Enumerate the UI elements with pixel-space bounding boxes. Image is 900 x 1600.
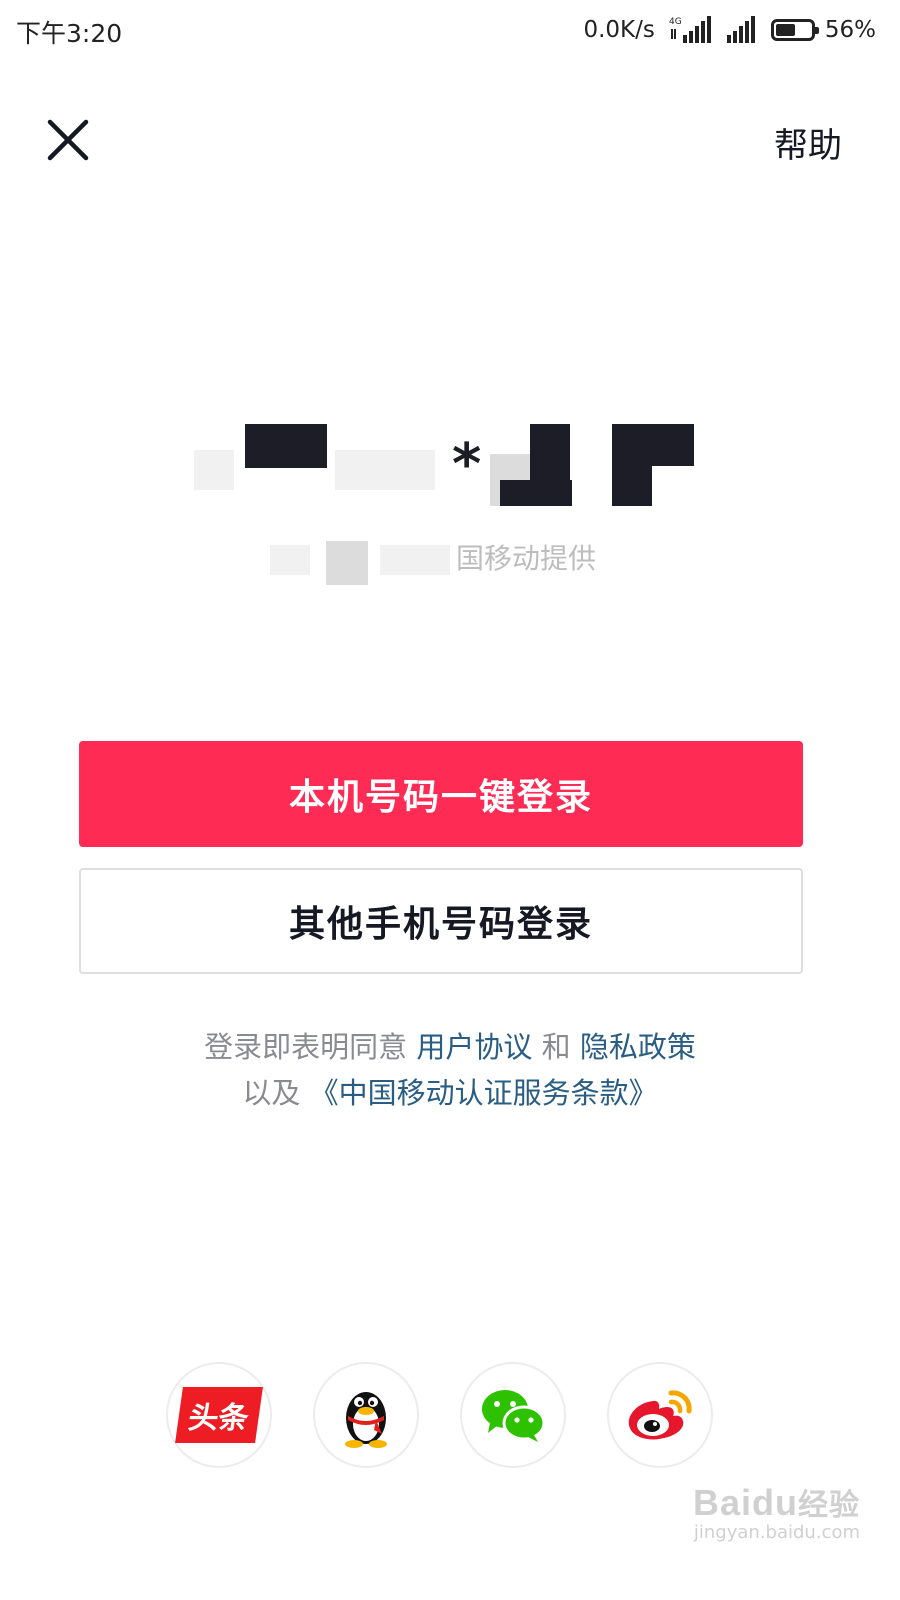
battery-percent: 56% [824,17,876,43]
status-indicators: 0.0K/s 4G 56% [583,12,876,48]
battery-icon [770,19,819,41]
agreement-text: 登录即表明同意 用户协议 和 隐私政策 以及 《中国移动认证服务条款》 [0,1024,900,1116]
privacy-policy-link[interactable]: 隐私政策 [580,1030,696,1064]
carrier-terms-link[interactable]: 《中国移动认证服务条款》 [310,1076,658,1110]
watermark-brand-cn: 经验 [798,1489,860,1522]
redaction-mask [270,545,310,575]
battery-level-fill [775,24,795,36]
redaction-mask [245,424,327,468]
wechat-icon [482,1390,546,1442]
status-bar: 下午3:20 0.0K/s 4G 56% [0,0,900,60]
qq-login-button[interactable] [313,1362,419,1468]
toutiao-icon: 头条 [175,1387,263,1443]
wechat-login-button[interactable] [460,1362,566,1468]
masked-phone-number: * [190,420,710,520]
one-click-login-button[interactable]: 本机号码一键登录 [79,741,803,847]
network-speed: 0.0K/s [583,17,655,43]
watermark-brand: Baidu经验 [660,1480,860,1524]
agreement-line-2: 以及 《中国移动认证服务条款》 [0,1070,900,1116]
redaction-mask [380,545,450,575]
agreement-prefix: 登录即表明同意 [204,1030,408,1064]
help-link[interactable]: 帮助 [774,118,842,167]
status-time: 下午3:20 [16,19,123,48]
close-icon [47,119,89,161]
redaction-mask [326,541,368,585]
cellular-signal-icon [726,16,755,43]
redaction-mask [335,450,435,490]
redaction-mask [194,450,234,490]
masked-digit: * [452,432,482,497]
weibo-login-button[interactable] [607,1362,713,1468]
redaction-mask [500,480,572,506]
third-party-login-row: 头条 [0,1362,900,1470]
agreement-line-1: 登录即表明同意 用户协议 和 隐私政策 [0,1024,900,1070]
watermark-brand-en: Baidu [692,1482,798,1523]
toutiao-login-button[interactable]: 头条 [166,1362,272,1468]
close-button[interactable] [40,112,96,168]
weibo-icon [628,1390,692,1440]
login-screen: 下午3:20 0.0K/s 4G 56% 帮助 * 国移动提供 本机号码一键登录… [0,0,900,1600]
redaction-mask [612,460,652,506]
watermark-url: jingyan.baidu.com [693,1522,860,1543]
user-agreement-link[interactable]: 用户协议 [416,1030,532,1064]
cellular-4g-signal-icon: 4G [669,16,711,43]
carrier-notice: 国移动提供 [260,535,680,585]
other-phone-login-button[interactable]: 其他手机号码登录 [79,868,803,974]
agreement-also: 以及 [242,1076,301,1110]
network-type-label: 4G [669,17,682,27]
qq-penguin-icon [345,1392,387,1448]
agreement-and: 和 [541,1030,571,1064]
baidu-watermark: Baidu经验 jingyan.baidu.com [660,1480,860,1543]
carrier-text: 国移动提供 [456,542,597,575]
